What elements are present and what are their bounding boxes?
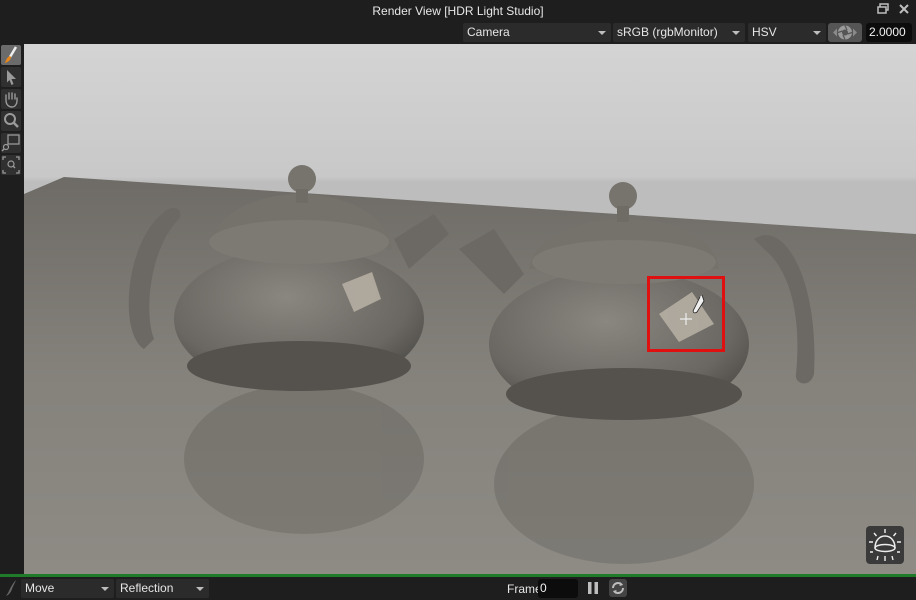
frame-field[interactable]: 0 [538,579,578,598]
rendered-scene [24,165,916,574]
paint-light-tool[interactable] [1,45,21,65]
mode-select-value: Move [25,581,55,595]
chevron-down-icon [813,31,821,35]
chevron-down-icon [101,587,109,591]
light-selection-box[interactable] [647,276,725,352]
pan-tool[interactable] [1,89,21,109]
brush-icon [5,46,18,63]
camera-select[interactable]: Camera [463,23,611,42]
pause-icon[interactable] [588,582,598,594]
chevron-down-icon [732,31,740,35]
zoom-fit-icon [2,156,20,174]
hand-icon [5,92,18,108]
refresh-icon [612,582,624,594]
bottom-toolbar: Move Reflection Frame 0 [0,577,916,599]
brush-icon [6,580,16,596]
chevron-down-icon [196,587,204,591]
sky-dome-icon [869,529,901,561]
zoom-tool[interactable] [1,111,21,131]
restore-window-icon[interactable] [876,3,890,17]
zoom-region-icon [1,134,20,152]
light-placement-cursor [680,294,705,325]
magnifier-icon [4,113,19,128]
exposure-button[interactable] [828,23,862,42]
zoom-region-tool[interactable] [1,133,21,153]
colormodel-select-value: HSV [752,25,777,39]
colorspace-select[interactable]: sRGB (rgbMonitor) [613,23,745,42]
zoom-fit-tool[interactable] [1,155,21,175]
render-toolbar: Camera sRGB (rgbMonitor) HSV 2.0000 [0,22,916,44]
frame-label: Frame [507,582,542,596]
close-icon[interactable] [897,3,911,17]
exposure-field[interactable]: 2.0000 [866,23,912,42]
chevron-down-icon [598,31,606,35]
mode-select[interactable]: Move [21,579,114,598]
render-viewport[interactable] [24,44,916,574]
camera-select-value: Camera [467,25,510,39]
arrow-cursor-icon [7,70,16,85]
title-bar: Render View [HDR Light Studio] [0,0,916,22]
side-toolbar [0,44,24,574]
colorspace-select-value: sRGB (rgbMonitor) [617,25,718,39]
select-tool[interactable] [1,67,21,87]
placement-select-value: Reflection [120,581,174,595]
aperture-icon [833,25,857,40]
placement-select[interactable]: Reflection [116,579,209,598]
window-title: Render View [HDR Light Studio] [372,4,544,18]
colormodel-select[interactable]: HSV [748,23,826,42]
sky-dome-toggle[interactable] [866,526,904,564]
refresh-button[interactable] [609,579,627,597]
